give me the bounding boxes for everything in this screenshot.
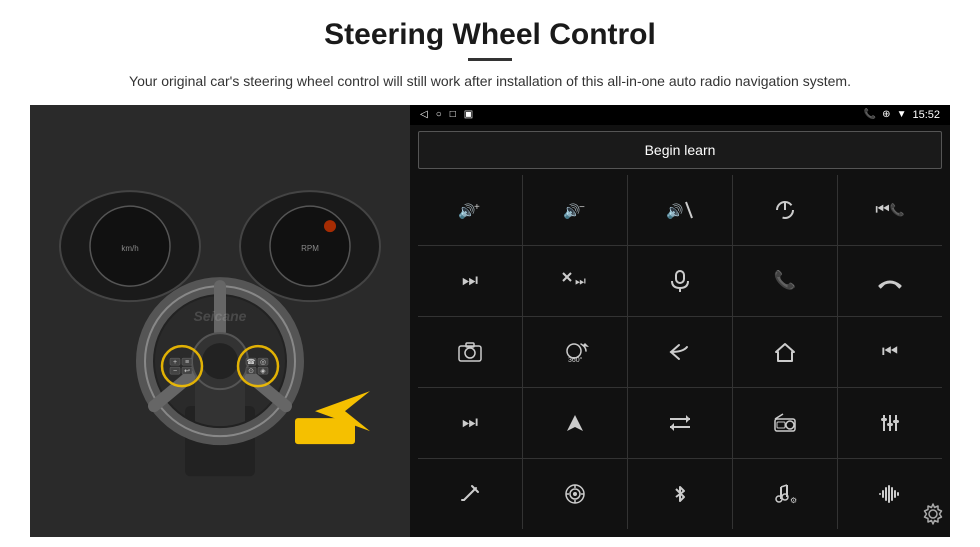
home-icon[interactable]: ○ xyxy=(436,109,442,120)
location-icon: ⊕ xyxy=(882,109,890,120)
home-button[interactable] xyxy=(733,317,837,387)
svg-text:+: + xyxy=(173,359,177,366)
camera-button[interactable] xyxy=(418,317,522,387)
svg-text:◎: ◎ xyxy=(260,359,266,366)
microphone-button[interactable] xyxy=(628,246,732,316)
phone-call-button[interactable]: 📞 xyxy=(733,246,837,316)
mute-button[interactable]: 🔊 xyxy=(628,175,732,245)
svg-text:−: − xyxy=(579,202,585,213)
vol-up-button[interactable]: 🔊+ xyxy=(418,175,522,245)
switch-button[interactable] xyxy=(628,388,732,458)
begin-learn-button[interactable]: Begin learn xyxy=(418,131,942,169)
skip-forward-button[interactable]: ⏭ xyxy=(523,246,627,316)
prev-track-phone-button[interactable]: ⏮📞 xyxy=(838,175,942,245)
svg-text:RPM: RPM xyxy=(301,244,319,253)
svg-text:360°: 360° xyxy=(568,356,583,364)
radio-button[interactable] xyxy=(733,388,837,458)
svg-text:−: − xyxy=(173,368,177,375)
time-display: 15:52 xyxy=(912,109,940,121)
back-button[interactable] xyxy=(628,317,732,387)
settings-gear-button[interactable] xyxy=(922,503,944,531)
status-bar-left: ◁ ○ □ ▣ xyxy=(420,109,473,120)
svg-text:⏭: ⏭ xyxy=(575,274,586,288)
page-title: Steering Wheel Control xyxy=(324,18,656,52)
svg-text:🔊: 🔊 xyxy=(666,202,683,220)
page-subtitle: Your original car's steering wheel contr… xyxy=(129,71,851,93)
svg-text:+: + xyxy=(474,202,480,213)
icon-grid: 🔊+ 🔊− 🔊 ⏮� xyxy=(418,175,942,529)
recents-icon[interactable]: □ xyxy=(450,109,456,120)
svg-text:⚙: ⚙ xyxy=(790,496,797,505)
svg-text:☎: ☎ xyxy=(247,358,256,366)
prev-track-button[interactable]: ⏮ xyxy=(838,317,942,387)
svg-text:◈: ◈ xyxy=(260,368,266,375)
phone-status-icon: 📞 xyxy=(864,109,876,120)
svg-text:km/h: km/h xyxy=(121,244,138,253)
bluetooth-button[interactable] xyxy=(628,459,732,529)
rotate-360-button[interactable]: 360° xyxy=(523,317,627,387)
svg-text:≡: ≡ xyxy=(185,359,189,366)
vol-down-button[interactable]: 🔊− xyxy=(523,175,627,245)
next-track-button[interactable]: ⏭ xyxy=(418,246,522,316)
hang-up-button[interactable] xyxy=(838,246,942,316)
page-container: Steering Wheel Control Your original car… xyxy=(0,0,980,547)
status-bar-right: 📞 ⊕ ▼ 15:52 xyxy=(864,109,940,121)
target-button[interactable] xyxy=(523,459,627,529)
equalizer-sliders-button[interactable] xyxy=(838,388,942,458)
svg-text:⊙: ⊙ xyxy=(248,368,254,375)
svg-text:🔊: 🔊 xyxy=(458,202,475,220)
svg-text:↩: ↩ xyxy=(184,368,190,375)
power-button[interactable] xyxy=(733,175,837,245)
android-screen: ◁ ○ □ ▣ 📞 ⊕ ▼ 15:52 Begin learn 🔊+ xyxy=(410,105,950,537)
wifi-icon: ▼ xyxy=(897,109,907,120)
fast-forward-button[interactable]: ⏭ xyxy=(418,388,522,458)
svg-text:🔊: 🔊 xyxy=(563,202,580,220)
app-icon[interactable]: ▣ xyxy=(464,109,473,120)
steering-wheel-svg: km/h RPM xyxy=(30,105,410,537)
navigate-button[interactable] xyxy=(523,388,627,458)
svg-text:Seicane: Seicane xyxy=(194,308,247,324)
back-icon[interactable]: ◁ xyxy=(420,109,428,120)
car-image-area: km/h RPM xyxy=(30,105,410,537)
music-button[interactable]: ⚙ xyxy=(733,459,837,529)
status-bar: ◁ ○ □ ▣ 📞 ⊕ ▼ 15:52 xyxy=(410,105,950,125)
content-row: km/h RPM xyxy=(30,105,950,537)
title-divider xyxy=(468,58,512,61)
edit-button[interactable] xyxy=(418,459,522,529)
